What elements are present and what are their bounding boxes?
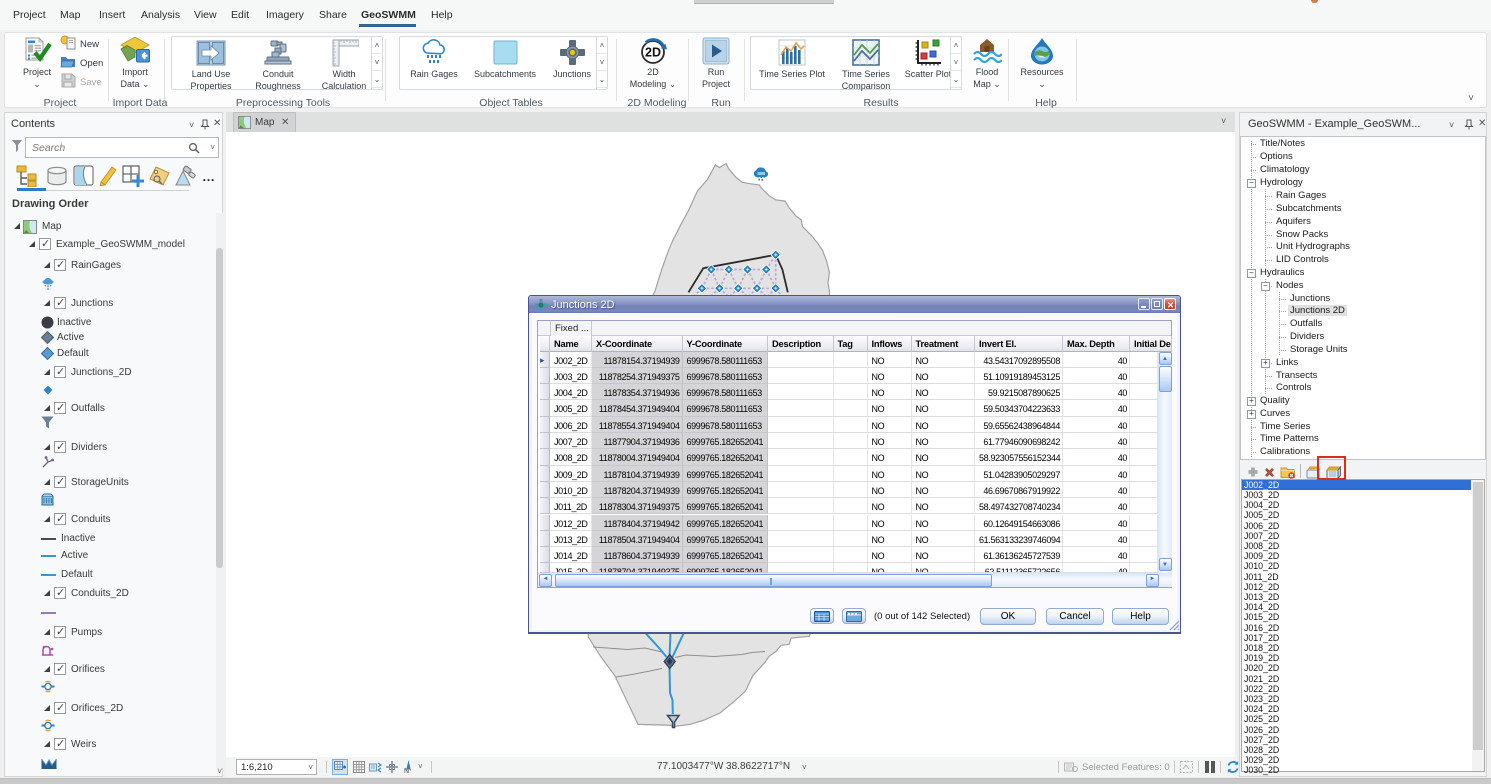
svg-text:2D: 2D xyxy=(645,46,661,60)
svg-text:N: N xyxy=(404,768,409,774)
